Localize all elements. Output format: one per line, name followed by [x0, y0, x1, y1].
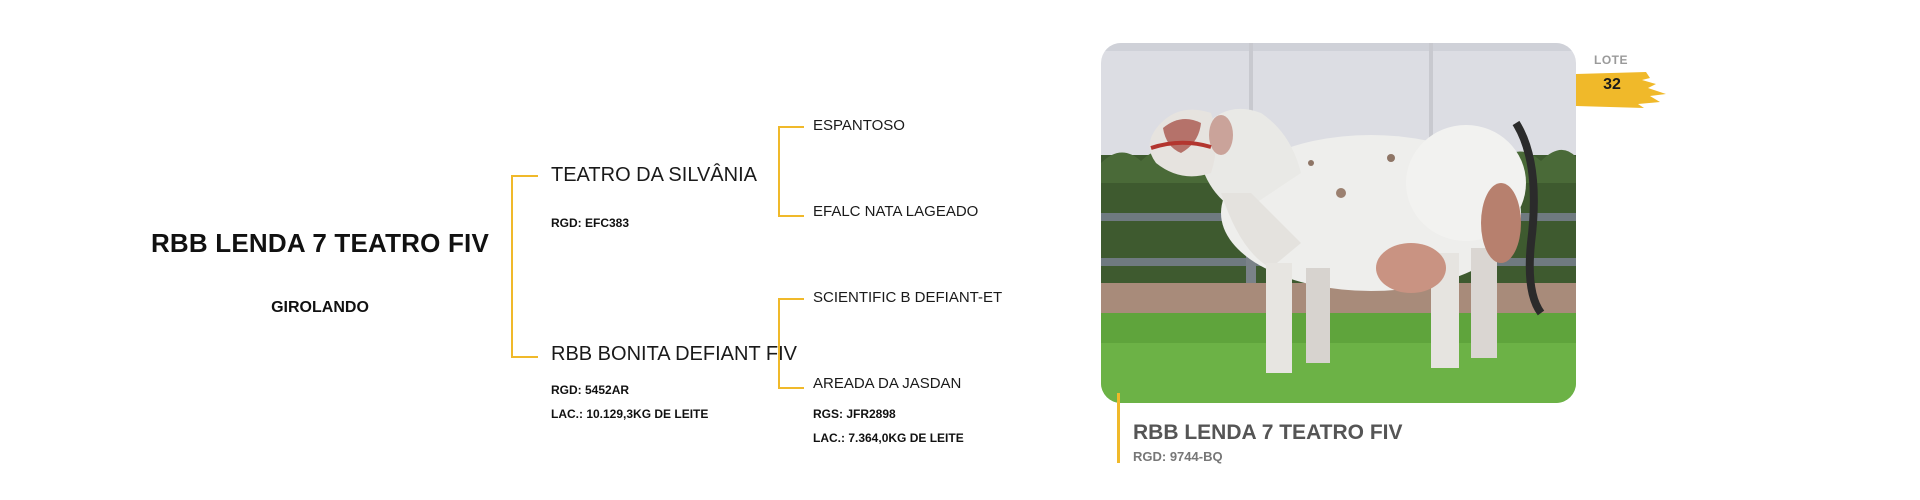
- dam-dam-rgs: RGS: JFR2898: [813, 407, 896, 421]
- lot-number: 32: [1603, 76, 1621, 93]
- dam-name: RBB BONITA DEFIANT FIV: [551, 343, 797, 365]
- dam-rgd: RGD: 5452AR: [551, 383, 630, 397]
- pedigree-bracket-parents: [511, 175, 538, 358]
- sire-sire-name: ESPANTOSO: [813, 117, 905, 134]
- sire-dam-name: EFALC NATA LAGEADO: [813, 203, 979, 220]
- pedigree-bracket-sire: [778, 126, 804, 217]
- lot-label: LOTE: [1594, 53, 1628, 67]
- dam-dam-lactation: LAC.: 7.364,0KG DE LEITE: [813, 431, 964, 445]
- animal-name: RBB LENDA 7 TEATRO FIV: [150, 228, 490, 258]
- caption-accent-line: [1117, 393, 1120, 463]
- sire-name: TEATRO DA SILVÂNIA: [551, 164, 757, 186]
- dam-lactation: LAC.: 10.129,3KG DE LEITE: [551, 407, 709, 421]
- sire-rgd: RGD: EFC383: [551, 216, 630, 230]
- cow-photo-illustration: [1101, 43, 1576, 403]
- caption-animal-rgd: RGD: 9744-BQ: [1133, 449, 1223, 464]
- animal-photo: [1101, 43, 1576, 403]
- dam-sire-name: SCIENTIFIC B DEFIANT-ET: [813, 289, 1003, 306]
- animal-breed: GIROLANDO: [271, 299, 369, 316]
- dam-dam-name: AREADA DA JASDAN: [813, 375, 962, 392]
- pedigree-bracket-dam: [778, 298, 804, 389]
- caption-animal-name: RBB LENDA 7 TEATRO FIV: [1133, 421, 1403, 444]
